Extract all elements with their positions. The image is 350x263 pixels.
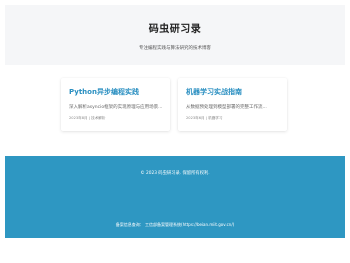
post-list: Python异步编程实践 深入解析asyncio框架的实现原理与应用场景... … [58, 78, 300, 134]
site-header: 码虫研习录 专注编程实践与算法研究的技术博客 [5, 5, 345, 65]
site-subtitle: 专注编程实践与算法研究的技术博客 [139, 46, 211, 51]
post-card[interactable]: Python异步编程实践 深入解析asyncio框架的实现原理与应用场景... … [61, 78, 170, 131]
record-label: 备案信息查询： [115, 222, 144, 227]
site-title: 码虫研习录 [148, 24, 202, 35]
post-meta: 2023年6月 | 机器学习 [186, 116, 223, 120]
beian-link[interactable]: 工信部备案管理系统(https://beian.miit.gov.cn/) [145, 222, 234, 227]
post-card[interactable]: 机器学习实战指南 从数据预处理到模型部署的完整工作流... 2023年6月 | … [178, 78, 287, 131]
post-title-link[interactable]: Python异步编程实践 [69, 88, 139, 97]
post-title-link[interactable]: 机器学习实战指南 [186, 88, 242, 97]
record-info: 备案信息查询： 工信部备案管理系统(https://beian.miit.gov… [5, 222, 345, 228]
site-footer: © 2023 码虫研习录. 保留所有权利. 备案信息查询： 工信部备案管理系统(… [5, 156, 345, 238]
post-excerpt: 深入解析asyncio框架的实现原理与应用场景... [69, 105, 163, 110]
post-excerpt: 从数据预处理到模型部署的完整工作流... [186, 105, 267, 110]
copyright-text: © 2023 码虫研习录. 保留所有权利. [140, 171, 210, 176]
page: 码虫研习录 专注编程实践与算法研究的技术博客 Python异步编程实践 深入解析… [0, 0, 350, 263]
post-meta: 2023年8月 | 技术解析 [69, 116, 106, 120]
